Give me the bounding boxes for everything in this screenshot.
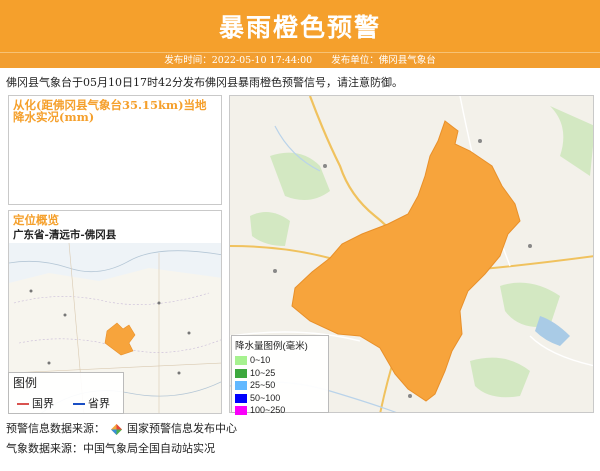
rainfall-legend-item: 100~250 xyxy=(232,404,328,417)
rainfall-legend-title: 降水量图例(毫米) xyxy=(235,341,308,352)
boundary-legend-title: 图例 xyxy=(13,376,38,390)
rainfall-legend-item: 25~50 xyxy=(232,379,328,392)
warning-notice: 佛冈县气象台于05月10日17时42分发布佛冈县暴雨橙色预警信号，请注意防御。 xyxy=(6,76,403,89)
rain-observation-panel: 从化(距佛冈县气象台35.15km)当地降水实况(mm) xyxy=(8,95,222,205)
publish-time: 发布时间：2022-05-10 17:44:00 xyxy=(164,55,313,66)
header-banner: 暴雨橙色预警 发布时间：2022-05-10 17:44:00 发布单位：佛冈县… xyxy=(0,0,600,68)
boundary-legend: 图例 国界 省界 xyxy=(8,372,124,414)
rainfall-legend: 降水量图例(毫米) 0~10 10~25 25~50 50~100 100~25… xyxy=(231,335,329,416)
weather-source-line: 气象数据来源：中国气象局全国自动站实况 xyxy=(6,442,215,455)
publish-info-bar: 发布时间：2022-05-10 17:44:00 发布单位：佛冈县气象台 xyxy=(0,52,600,68)
location-panel-title: 定位概览 xyxy=(13,213,59,227)
rainfall-legend-item: 0~10 xyxy=(232,354,328,367)
location-path: 广东省-清远市-佛冈县 xyxy=(13,229,117,241)
alert-source-line: 预警信息数据来源： 国家预警信息发布中心 xyxy=(6,420,237,436)
page-title: 暴雨橙色预警 xyxy=(218,13,381,42)
national-border-line-icon xyxy=(17,403,29,406)
legend-item-national-border: 国界 xyxy=(17,395,54,411)
publisher: 发布单位：佛冈县气象台 xyxy=(331,55,436,66)
legend-item-provincial-border: 省界 xyxy=(73,395,110,411)
rainfall-legend-item: 50~100 xyxy=(232,392,328,405)
alert-source-name: 国家预警信息发布中心 xyxy=(127,422,237,435)
warning-center-logo-icon xyxy=(110,423,122,435)
rainfall-legend-item: 10~25 xyxy=(232,367,328,380)
rain-panel-title: 从化(距佛冈县气象台35.15km)当地降水实况(mm) xyxy=(13,98,207,124)
alert-source-label: 预警信息数据来源： xyxy=(6,422,105,435)
provincial-border-line-icon xyxy=(73,403,85,406)
